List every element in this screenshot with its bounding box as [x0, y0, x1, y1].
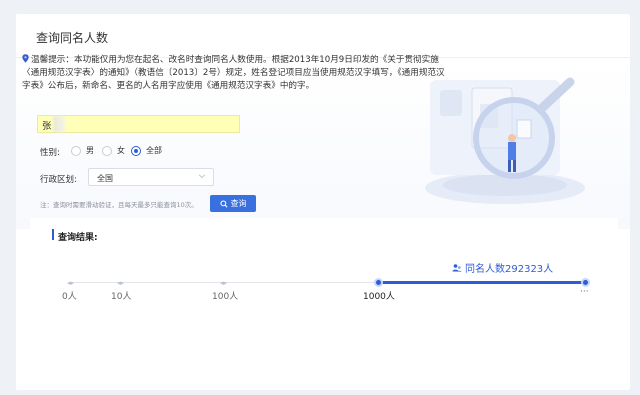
tick-label-more: ···	[580, 287, 589, 297]
radio-label: 女	[117, 146, 125, 155]
query-note: 注：查询时需要滑动验证，且每天最多只能查询10次。	[40, 201, 198, 209]
same-name-count: 同名人数292323人	[452, 260, 553, 275]
magnifier-illustration	[425, 77, 585, 204]
gender-radio-all[interactable]: 全部	[131, 145, 162, 156]
region-select[interactable]: 全国	[88, 168, 214, 186]
region-select-value: 全国	[97, 174, 113, 183]
tick-label-1000: 1000人	[363, 292, 395, 302]
pin-icon	[22, 54, 29, 63]
region-label: 行政区划:	[40, 175, 77, 185]
search-button[interactable]: 查询	[210, 195, 256, 212]
radio-circle	[71, 145, 81, 156]
radio-label: 男	[86, 146, 94, 155]
tick-marker-icon: ◂▸	[67, 279, 75, 287]
same-name-count-text: 同名人数292323人	[465, 264, 554, 275]
redacted-name-part	[53, 116, 65, 132]
people-icon	[452, 263, 462, 272]
tick-label-0: 0人	[62, 292, 77, 302]
radio-circle-selected	[131, 145, 141, 156]
gender-radio-male[interactable]: 男	[71, 145, 94, 156]
result-title: 查询结果:	[58, 233, 98, 243]
scale-dot-1000	[374, 278, 383, 287]
gender-label: 性别:	[40, 148, 60, 158]
tick-label-100: 100人	[212, 292, 239, 302]
tick-marker-icon: ◂▸	[220, 279, 228, 287]
title-bar: 查询同名人数	[16, 14, 630, 58]
tick-label-10: 10人	[111, 292, 132, 302]
radio-circle	[102, 145, 112, 156]
scale-track-active	[378, 281, 586, 284]
name-input-value: 张	[42, 121, 52, 132]
search-icon	[219, 199, 228, 208]
tip-text: 温馨提示：本功能仅用为您在起名、改名时查询同名人数使用。根据2013年10月9日…	[22, 55, 445, 91]
search-button-label: 查询	[230, 199, 247, 208]
scale-dot-end	[581, 278, 590, 287]
page-title: 查询同名人数	[36, 31, 109, 45]
gender-radio-female[interactable]: 女	[102, 145, 125, 156]
radio-label: 全部	[146, 146, 162, 155]
name-input[interactable]	[37, 115, 240, 133]
tip-text-block: 温馨提示：本功能仅用为您在起名、改名时查询同名人数使用。根据2013年10月9日…	[22, 54, 452, 93]
result-title-accent	[52, 229, 54, 240]
chevron-down-icon	[198, 174, 206, 179]
tick-marker-icon: ◂▸	[117, 279, 125, 287]
